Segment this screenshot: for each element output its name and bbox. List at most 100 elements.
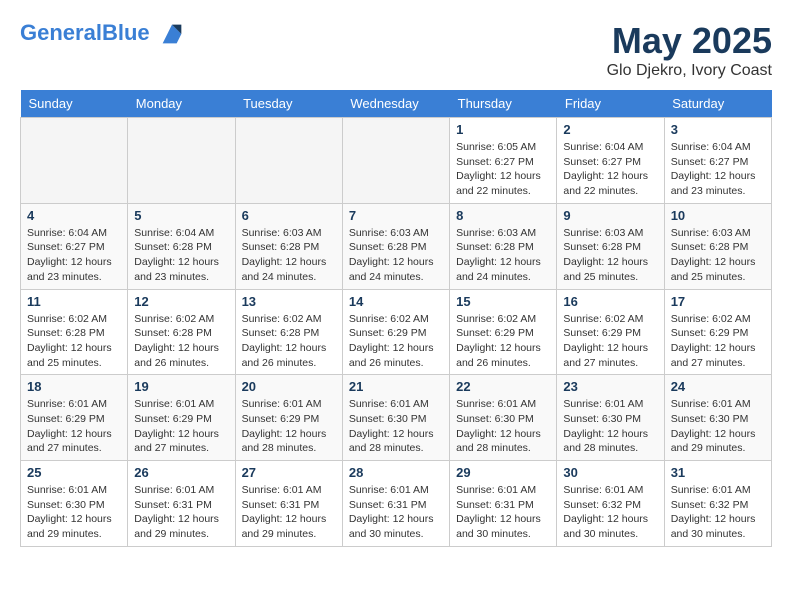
day-number: 22	[456, 379, 550, 394]
day-cell: 7Sunrise: 6:03 AM Sunset: 6:28 PM Daylig…	[342, 203, 449, 289]
day-cell: 2Sunrise: 6:04 AM Sunset: 6:27 PM Daylig…	[557, 118, 664, 204]
day-info: Sunrise: 6:04 AM Sunset: 6:27 PM Dayligh…	[671, 140, 765, 199]
day-info: Sunrise: 6:01 AM Sunset: 6:29 PM Dayligh…	[242, 397, 336, 456]
page-header: GeneralBlue May 2025 Glo Djekro, Ivory C…	[20, 20, 772, 80]
day-info: Sunrise: 6:02 AM Sunset: 6:28 PM Dayligh…	[134, 312, 228, 371]
day-cell: 13 Sunrise: 6:02 AM Sunset: 6:28 PM Dayli…	[235, 289, 342, 375]
day-cell: 12 Sunrise: 6:02 AM Sunset: 6:28 PM Dayli…	[128, 289, 235, 375]
day-info: Sunrise: 6:03 AM Sunset: 6:28 PM Dayligh…	[671, 226, 765, 285]
day-number: 30	[563, 465, 657, 480]
day-cell: 15 Sunrise: 6:02 AM Sunset: 6:29 PM Dayli…	[450, 289, 557, 375]
weekday-header-sunday: Sunday	[21, 90, 128, 118]
day-info: Sunrise: 6:04 AM Sunset: 6:27 PM Dayligh…	[27, 226, 121, 285]
day-info: Sunrise: 6:01 AM Sunset: 6:32 PM Dayligh…	[563, 483, 657, 542]
day-info: Sunrise: 6:03 AM Sunset: 6:28 PM Dayligh…	[242, 226, 336, 285]
day-cell: 18Sunrise: 6:01 AM Sunset: 6:29 PM Dayli…	[21, 375, 128, 461]
day-cell: 5 Sunrise: 6:04 AM Sunset: 6:28 PM Daylig…	[128, 203, 235, 289]
location: Glo Djekro, Ivory Coast	[607, 62, 772, 80]
day-cell: 22 Sunrise: 6:01 AM Sunset: 6:30 PM Dayli…	[450, 375, 557, 461]
week-row-1: 1 Sunrise: 6:05 AM Sunset: 6:27 PM Daylig…	[21, 118, 772, 204]
day-number: 10	[671, 208, 765, 223]
day-info: Sunrise: 6:02 AM Sunset: 6:29 PM Dayligh…	[349, 312, 443, 371]
day-info: Sunrise: 6:04 AM Sunset: 6:28 PM Dayligh…	[134, 226, 228, 285]
day-info: Sunrise: 6:02 AM Sunset: 6:29 PM Dayligh…	[671, 312, 765, 371]
day-info: Sunrise: 6:01 AM Sunset: 6:31 PM Dayligh…	[242, 483, 336, 542]
weekday-header-tuesday: Tuesday	[235, 90, 342, 118]
day-cell: 24 Sunrise: 6:01 AM Sunset: 6:30 PM Dayli…	[664, 375, 771, 461]
day-info: Sunrise: 6:01 AM Sunset: 6:30 PM Dayligh…	[671, 397, 765, 456]
week-row-4: 18Sunrise: 6:01 AM Sunset: 6:29 PM Dayli…	[21, 375, 772, 461]
weekday-header-row: SundayMondayTuesdayWednesdayThursdayFrid…	[21, 90, 772, 118]
day-cell: 3 Sunrise: 6:04 AM Sunset: 6:27 PM Daylig…	[664, 118, 771, 204]
day-info: Sunrise: 6:01 AM Sunset: 6:29 PM Dayligh…	[27, 397, 121, 456]
week-row-2: 4 Sunrise: 6:04 AM Sunset: 6:27 PM Daylig…	[21, 203, 772, 289]
day-info: Sunrise: 6:01 AM Sunset: 6:31 PM Dayligh…	[456, 483, 550, 542]
day-cell: 31 Sunrise: 6:01 AM Sunset: 6:32 PM Dayli…	[664, 461, 771, 547]
day-info: Sunrise: 6:01 AM Sunset: 6:30 PM Dayligh…	[349, 397, 443, 456]
day-number: 23	[563, 379, 657, 394]
day-number: 20	[242, 379, 336, 394]
day-cell: 8 Sunrise: 6:03 AM Sunset: 6:28 PM Daylig…	[450, 203, 557, 289]
day-info: Sunrise: 6:02 AM Sunset: 6:28 PM Dayligh…	[27, 312, 121, 371]
day-number: 27	[242, 465, 336, 480]
day-info: Sunrise: 6:01 AM Sunset: 6:30 PM Dayligh…	[563, 397, 657, 456]
day-number: 13	[242, 294, 336, 309]
day-info: Sunrise: 6:02 AM Sunset: 6:29 PM Dayligh…	[456, 312, 550, 371]
weekday-header-wednesday: Wednesday	[342, 90, 449, 118]
day-info: Sunrise: 6:01 AM Sunset: 6:31 PM Dayligh…	[134, 483, 228, 542]
day-cell: 27 Sunrise: 6:01 AM Sunset: 6:31 PM Dayli…	[235, 461, 342, 547]
day-number: 31	[671, 465, 765, 480]
logo-icon	[158, 20, 186, 48]
day-number: 26	[134, 465, 228, 480]
day-info: Sunrise: 6:03 AM Sunset: 6:28 PM Dayligh…	[349, 226, 443, 285]
logo-line2: Blue	[102, 20, 150, 45]
day-info: Sunrise: 6:02 AM Sunset: 6:28 PM Dayligh…	[242, 312, 336, 371]
day-number: 21	[349, 379, 443, 394]
day-number: 6	[242, 208, 336, 223]
day-cell: 20 Sunrise: 6:01 AM Sunset: 6:29 PM Dayli…	[235, 375, 342, 461]
day-number: 4	[27, 208, 121, 223]
logo: GeneralBlue	[20, 20, 186, 48]
weekday-header-saturday: Saturday	[664, 90, 771, 118]
day-cell: 28 Sunrise: 6:01 AM Sunset: 6:31 PM Dayli…	[342, 461, 449, 547]
day-number: 5	[134, 208, 228, 223]
day-cell: 17 Sunrise: 6:02 AM Sunset: 6:29 PM Dayli…	[664, 289, 771, 375]
day-number: 9	[563, 208, 657, 223]
day-cell: 4 Sunrise: 6:04 AM Sunset: 6:27 PM Daylig…	[21, 203, 128, 289]
day-number: 2	[563, 122, 657, 137]
day-number: 12	[134, 294, 228, 309]
day-cell: 26 Sunrise: 6:01 AM Sunset: 6:31 PM Dayli…	[128, 461, 235, 547]
day-number: 16	[563, 294, 657, 309]
day-info: Sunrise: 6:05 AM Sunset: 6:27 PM Dayligh…	[456, 140, 550, 199]
day-info: Sunrise: 6:01 AM Sunset: 6:30 PM Dayligh…	[27, 483, 121, 542]
day-cell: 29Sunrise: 6:01 AM Sunset: 6:31 PM Dayli…	[450, 461, 557, 547]
month-title: May 2025	[607, 20, 772, 62]
logo-text: GeneralBlue	[20, 20, 186, 48]
weekday-header-friday: Friday	[557, 90, 664, 118]
day-number: 3	[671, 122, 765, 137]
day-number: 1	[456, 122, 550, 137]
day-number: 24	[671, 379, 765, 394]
day-cell: 23 Sunrise: 6:01 AM Sunset: 6:30 PM Dayli…	[557, 375, 664, 461]
day-cell	[235, 118, 342, 204]
day-info: Sunrise: 6:01 AM Sunset: 6:30 PM Dayligh…	[456, 397, 550, 456]
day-info: Sunrise: 6:01 AM Sunset: 6:32 PM Dayligh…	[671, 483, 765, 542]
day-cell: 11Sunrise: 6:02 AM Sunset: 6:28 PM Dayli…	[21, 289, 128, 375]
day-cell	[21, 118, 128, 204]
weekday-header-thursday: Thursday	[450, 90, 557, 118]
day-cell: 25Sunrise: 6:01 AM Sunset: 6:30 PM Dayli…	[21, 461, 128, 547]
day-info: Sunrise: 6:03 AM Sunset: 6:28 PM Dayligh…	[456, 226, 550, 285]
day-number: 28	[349, 465, 443, 480]
day-number: 8	[456, 208, 550, 223]
day-info: Sunrise: 6:01 AM Sunset: 6:31 PM Dayligh…	[349, 483, 443, 542]
day-cell: 16Sunrise: 6:02 AM Sunset: 6:29 PM Dayli…	[557, 289, 664, 375]
logo-line1: General	[20, 20, 102, 45]
calendar-table: SundayMondayTuesdayWednesdayThursdayFrid…	[20, 90, 772, 547]
week-row-5: 25Sunrise: 6:01 AM Sunset: 6:30 PM Dayli…	[21, 461, 772, 547]
week-row-3: 11Sunrise: 6:02 AM Sunset: 6:28 PM Dayli…	[21, 289, 772, 375]
day-cell: 30 Sunrise: 6:01 AM Sunset: 6:32 PM Dayli…	[557, 461, 664, 547]
day-number: 17	[671, 294, 765, 309]
title-block: May 2025 Glo Djekro, Ivory Coast	[607, 20, 772, 80]
day-number: 15	[456, 294, 550, 309]
day-number: 19	[134, 379, 228, 394]
